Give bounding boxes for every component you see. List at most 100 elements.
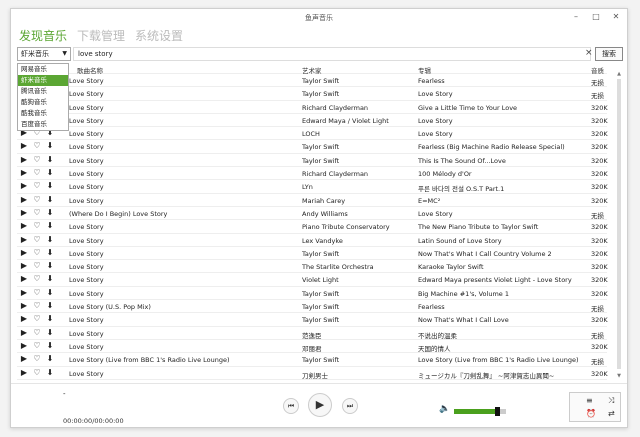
- table-row[interactable]: ▶ ♡ ⬇ Love Story Richard Clayderman 100 Mélod…: [17, 167, 608, 181]
- table-row[interactable]: ▶ ♡ ⬇ Love Story Violet Light Edward Maya pre…: [17, 273, 608, 287]
- table-row[interactable]: ▶ ♡ ⬇ Love Story (Live from BBC 1's Radio L…: [17, 353, 607, 367]
- download-icon[interactable]: ⬇: [45, 235, 55, 245]
- scroll-down-icon[interactable]: ▼: [616, 373, 622, 379]
- play-icon[interactable]: ▶: [19, 261, 29, 271]
- heart-icon[interactable]: ♡: [32, 314, 42, 324]
- play-icon[interactable]: ▶: [19, 195, 29, 205]
- table-row[interactable]: ▶ ♡ ⬇ Love Story Taylor Swift Big Machine #1'…: [17, 287, 608, 301]
- maximize-button[interactable]: □: [591, 12, 601, 22]
- table-row[interactable]: ▶ ♡ ⬇ Love Story 刀剣男士 ミュージカル『刀剣乱舞』 ~阿津賀志山異聞~ 3…: [17, 367, 608, 380]
- play-icon[interactable]: ▶: [19, 274, 29, 284]
- play-icon[interactable]: ▶: [19, 168, 29, 178]
- tab-discover[interactable]: 发现音乐: [19, 27, 67, 44]
- heart-icon[interactable]: ♡: [32, 195, 42, 205]
- table-row[interactable]: ▶ ♡ ⬇ Love Story 邓丽君 天国的情人 320K: [17, 340, 608, 354]
- heart-icon[interactable]: ♡: [32, 221, 42, 231]
- play-icon[interactable]: ▶: [19, 235, 29, 245]
- play-button[interactable]: ▶: [308, 393, 332, 417]
- heart-icon[interactable]: ♡: [32, 288, 42, 298]
- tab-settings[interactable]: 系统设置: [135, 27, 183, 44]
- table-row[interactable]: ▶♡⬇Love StoryTaylor SwiftLove Story无损: [17, 87, 607, 101]
- heart-icon[interactable]: ♡: [32, 328, 42, 338]
- table-row[interactable]: ▶ ♡ ⬇ Love Story (U.S. Pop Mix) Taylor Swift…: [17, 300, 607, 314]
- dropdown-option[interactable]: 酷我音乐: [18, 108, 68, 119]
- play-icon[interactable]: ▶: [19, 248, 29, 258]
- download-icon[interactable]: ⬇: [45, 261, 55, 271]
- table-row[interactable]: ▶ ♡ ⬇ Love Story Mariah Carey E=MC² 320K: [17, 194, 608, 207]
- download-icon[interactable]: ⬇: [45, 155, 55, 165]
- speaker-icon[interactable]: 🔈: [439, 404, 450, 414]
- play-icon[interactable]: ▶: [19, 181, 29, 191]
- previous-button[interactable]: ⏮: [283, 398, 299, 414]
- download-icon[interactable]: ⬇: [45, 168, 55, 178]
- play-icon[interactable]: ▶: [19, 328, 29, 338]
- dropdown-option[interactable]: 腾讯音乐: [18, 86, 68, 97]
- table-row[interactable]: ▶ ♡ ⬇ (Where Do I Begin) Love Story Andy Wil…: [17, 207, 607, 221]
- download-icon[interactable]: ⬇: [45, 314, 55, 324]
- download-icon[interactable]: ⬇: [45, 328, 55, 338]
- dropdown-option[interactable]: 网易音乐: [18, 64, 68, 75]
- dropdown-option[interactable]: 虾米音乐: [18, 75, 68, 86]
- play-icon[interactable]: ▶: [19, 354, 29, 364]
- table-row[interactable]: ▶ ♡ ⬇ Love Story Taylor Swift This Is The Sou…: [17, 154, 608, 168]
- play-icon[interactable]: ▶: [19, 314, 29, 324]
- tab-downloads[interactable]: 下载管理: [77, 27, 125, 44]
- play-icon[interactable]: ▶: [19, 141, 29, 151]
- play-icon[interactable]: ▶: [19, 155, 29, 165]
- table-row[interactable]: ▶ ♡ ⬇ Love Story LOCH Love Story 320K: [17, 127, 608, 141]
- volume-knob[interactable]: [494, 407, 500, 416]
- table-row[interactable]: ▶♡⬇Love StoryTaylor SwiftFearless无损: [17, 74, 607, 88]
- timer-icon[interactable]: ⏰: [586, 409, 596, 418]
- heart-icon[interactable]: ♡: [32, 301, 42, 311]
- heart-icon[interactable]: ♡: [32, 155, 42, 165]
- volume-slider[interactable]: [454, 407, 506, 416]
- scrollbar[interactable]: ▲ ▼: [616, 71, 622, 379]
- minimize-button[interactable]: –: [571, 12, 581, 22]
- heart-icon[interactable]: ♡: [32, 341, 42, 351]
- table-row[interactable]: ▶ ♡ ⬇ Love Story LYn 푸른 바다의 전설 O.S.T Part.1 32…: [17, 180, 608, 194]
- play-icon[interactable]: ▶: [19, 208, 29, 218]
- scroll-thumb[interactable]: [617, 79, 621, 369]
- download-icon[interactable]: ⬇: [45, 301, 55, 311]
- table-row[interactable]: ▶♡⬇Love StoryRichard ClaydermanGive a Li…: [17, 101, 608, 114]
- next-button[interactable]: ⏭: [342, 398, 358, 414]
- table-row[interactable]: ▶ ♡ ⬇ Love Story Lex Vandyke Latin Sound of L…: [17, 234, 608, 247]
- download-icon[interactable]: ⬇: [45, 181, 55, 191]
- heart-icon[interactable]: ♡: [32, 235, 42, 245]
- download-icon[interactable]: ⬇: [45, 354, 55, 364]
- clear-icon[interactable]: ×: [585, 48, 593, 59]
- download-icon[interactable]: ⬇: [45, 288, 55, 298]
- download-icon[interactable]: ⬇: [45, 195, 55, 205]
- play-icon[interactable]: ▶: [19, 221, 29, 231]
- heart-icon[interactable]: ♡: [32, 248, 42, 258]
- source-select[interactable]: 虾米音乐 ▼: [17, 47, 71, 61]
- heart-icon[interactable]: ♡: [32, 181, 42, 191]
- table-row[interactable]: ▶ ♡ ⬇ Love Story 范逸臣 不说出的温柔 无损: [17, 327, 607, 340]
- download-icon[interactable]: ⬇: [45, 208, 55, 218]
- heart-icon[interactable]: ♡: [32, 168, 42, 178]
- table-row[interactable]: ▶ ♡ ⬇ Love Story The Starlite Orchestra Karao…: [17, 260, 608, 274]
- dropdown-option[interactable]: 百度音乐: [18, 119, 68, 130]
- search-button[interactable]: 搜索: [595, 47, 623, 61]
- table-row[interactable]: ▶ ♡ ⬇ Love Story Taylor Swift Now That's What…: [17, 313, 608, 327]
- download-icon[interactable]: ⬇: [45, 221, 55, 231]
- table-row[interactable]: ▶ ♡ ⬇ Love Story Taylor Swift Fearless (Big M…: [17, 140, 608, 154]
- table-row[interactable]: ▶ ♡ ⬇ Love Story Piano Tribute Conservatory T…: [17, 220, 608, 234]
- play-icon[interactable]: ▶: [19, 301, 29, 311]
- heart-icon[interactable]: ♡: [32, 274, 42, 284]
- list-icon[interactable]: ≡: [586, 396, 593, 405]
- download-icon[interactable]: ⬇: [45, 368, 55, 378]
- heart-icon[interactable]: ♡: [32, 368, 42, 378]
- heart-icon[interactable]: ♡: [32, 208, 42, 218]
- scroll-up-icon[interactable]: ▲: [616, 71, 622, 77]
- heart-icon[interactable]: ♡: [32, 354, 42, 364]
- search-input[interactable]: love story: [73, 47, 591, 61]
- download-icon[interactable]: ⬇: [45, 274, 55, 284]
- play-icon[interactable]: ▶: [19, 288, 29, 298]
- close-button[interactable]: ✕: [611, 12, 621, 22]
- table-row[interactable]: ▶♡⬇Love StoryEdward Maya / Violet LightL…: [17, 114, 608, 128]
- dropdown-option[interactable]: 酷狗音乐: [18, 97, 68, 108]
- download-icon[interactable]: ⬇: [45, 341, 55, 351]
- download-icon[interactable]: ⬇: [45, 141, 55, 151]
- heart-icon[interactable]: ♡: [32, 141, 42, 151]
